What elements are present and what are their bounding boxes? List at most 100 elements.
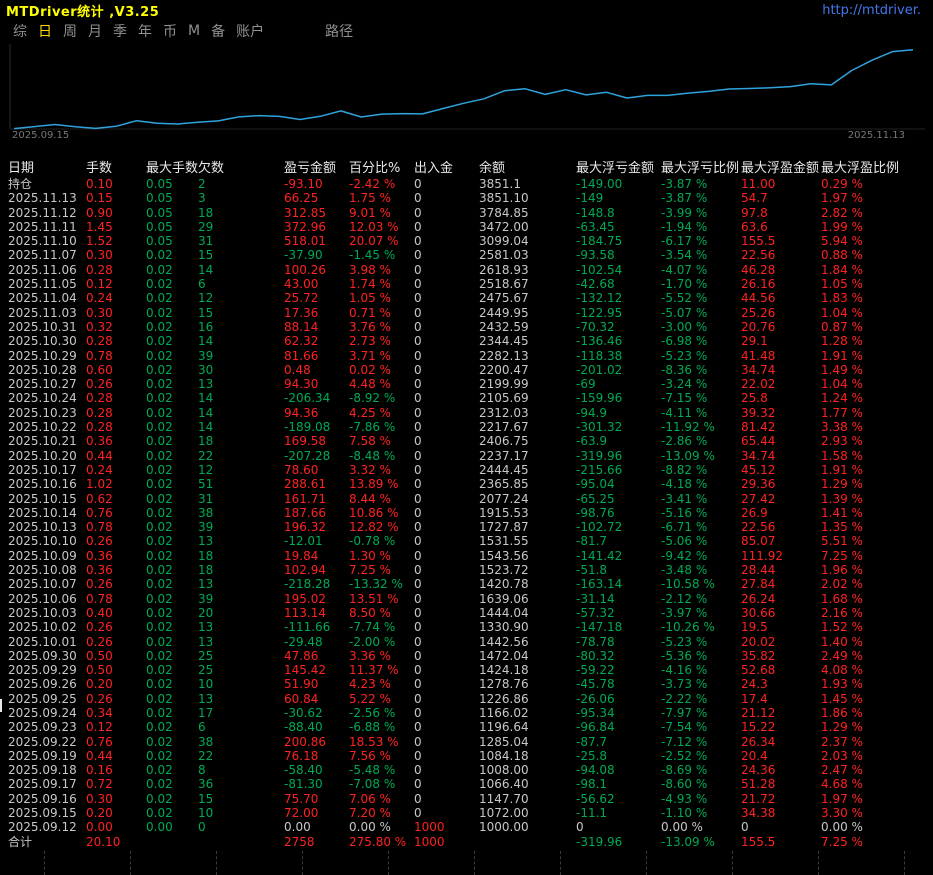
table-row[interactable]: 2025.10.020.260.0213-111.66-7.74 %01330.…	[0, 620, 933, 634]
table-row[interactable]: 2025.10.090.360.021819.841.30 %01543.56-…	[0, 549, 933, 563]
table-row[interactable]: 2025.11.130.150.05366.251.75 %03851.10-1…	[0, 191, 933, 205]
table-row[interactable]: 2025.10.220.280.0214-189.08-7.86 %02217.…	[0, 420, 933, 434]
table-cell: 20.4	[741, 749, 821, 763]
table-row[interactable]: 2025.11.070.300.0215-37.90-1.45 %02581.0…	[0, 248, 933, 262]
menu-item-path[interactable]: 路径	[325, 21, 353, 41]
table-row[interactable]: 2025.09.180.160.028-58.40-5.48 %01008.00…	[0, 763, 933, 777]
table-cell: 0.28	[86, 334, 146, 348]
table-cell: 0.05	[146, 220, 198, 234]
table-cell: -2.00 %	[349, 635, 414, 649]
table-row[interactable]: 2025.09.240.340.0217-30.62-2.56 %01166.0…	[0, 706, 933, 720]
table-cell: 2406.75	[479, 434, 576, 448]
table-cell: 2199.99	[479, 377, 576, 391]
table-cell: -159.96	[576, 391, 661, 405]
menu-item-月[interactable]: 月	[88, 21, 102, 41]
app-link[interactable]: http://mtdriver.	[822, 3, 921, 18]
column-header: 最大浮亏比例	[661, 161, 741, 177]
table-cell: 0.02	[146, 792, 198, 806]
table-row[interactable]: 2025.10.240.280.0214-206.34-8.92 %02105.…	[0, 391, 933, 405]
chart-start-date-label: 2025.09.15	[12, 130, 69, 141]
table-cell: -11.1	[576, 806, 661, 820]
table-cell: 14	[198, 391, 284, 405]
table-row[interactable]: 2025.10.230.280.021494.364.25 %02312.03-…	[0, 406, 933, 420]
table-cell: 10.86 %	[349, 506, 414, 520]
table-row[interactable]: 2025.10.010.260.0213-29.48-2.00 %01442.5…	[0, 635, 933, 649]
table-row[interactable]: 2025.09.260.200.021051.904.23 %01278.76-…	[0, 677, 933, 691]
table-row[interactable]: 2025.09.220.760.0238200.8618.53 %01285.0…	[0, 735, 933, 749]
table-cell: -118.38	[576, 349, 661, 363]
table-cell: 13	[198, 620, 284, 634]
table-cell: -26.06	[576, 692, 661, 706]
table-row[interactable]: 2025.11.120.900.0518312.859.01 %03784.85…	[0, 206, 933, 220]
table-row[interactable]: 2025.11.050.120.02643.001.74 %02518.67-4…	[0, 277, 933, 291]
table-row[interactable]: 2025.09.160.300.021575.707.06 %01147.70-…	[0, 792, 933, 806]
table-cell: 0.02	[146, 248, 198, 262]
table-cell: 0	[414, 677, 479, 691]
table-row[interactable]: 2025.10.200.440.0222-207.28-8.48 %02237.…	[0, 449, 933, 463]
table-cell: -319.96	[576, 835, 661, 849]
menu-item-年[interactable]: 年	[138, 21, 152, 41]
table-row[interactable]: 2025.11.060.280.0214100.263.98 %02618.93…	[0, 263, 933, 277]
table-cell: 4.48 %	[349, 377, 414, 391]
menu-item-季[interactable]: 季	[113, 21, 127, 41]
table-cell: 1.58 %	[821, 449, 933, 463]
table-cell: 29.1	[741, 334, 821, 348]
table-cell: 0.05	[146, 206, 198, 220]
table-row[interactable]: 2025.09.250.260.021360.845.22 %01226.86-…	[0, 692, 933, 706]
table-row[interactable]: 2025.10.290.780.023981.663.71 %02282.13-…	[0, 349, 933, 363]
table-row[interactable]: 2025.10.270.260.021394.304.48 %02199.99-…	[0, 377, 933, 391]
table-cell: 22	[198, 449, 284, 463]
table-row[interactable]: 2025.10.210.360.0218169.587.58 %02406.75…	[0, 434, 933, 448]
table-cell: 0.02 %	[349, 363, 414, 377]
table-cell: 7.20 %	[349, 806, 414, 820]
table-row[interactable]: 2025.10.150.620.0231161.718.44 %02077.24…	[0, 492, 933, 506]
table-total-row[interactable]: 合计20.102758275.80 %1000-319.96-13.09 %15…	[0, 835, 933, 849]
table-row[interactable]: 2025.09.300.500.022547.863.36 %01472.04-…	[0, 649, 933, 663]
menu-item-M[interactable]: M	[188, 23, 200, 39]
table-cell: -7.15 %	[661, 391, 741, 405]
table-row[interactable]: 2025.10.280.600.02300.480.02 %02200.47-2…	[0, 363, 933, 377]
table-cell: 2.16 %	[821, 606, 933, 620]
table-row[interactable]: 2025.10.310.320.021688.143.76 %02432.59-…	[0, 320, 933, 334]
table-row[interactable]: 2025.11.030.300.021517.360.71 %02449.95-…	[0, 306, 933, 320]
table-cell: -42.68	[576, 277, 661, 291]
table-cell: 0.20	[86, 677, 146, 691]
table-row[interactable]: 2025.09.190.440.022276.187.56 %01084.18-…	[0, 749, 933, 763]
table-cell: 0.00	[86, 820, 146, 834]
table-row[interactable]: 2025.11.101.520.0531518.0120.07 %03099.0…	[0, 234, 933, 248]
table-row[interactable]: 2025.10.161.020.0251288.6113.89 %02365.8…	[0, 477, 933, 491]
menu-item-备[interactable]: 备	[211, 21, 225, 41]
table-row[interactable]: 2025.09.120.000.0000.000.00 %10001000.00…	[0, 820, 933, 834]
table-cell: 3.38 %	[821, 420, 933, 434]
table-cell: -7.74 %	[349, 620, 414, 634]
table-row[interactable]: 2025.10.070.260.0213-218.28-13.32 %01420…	[0, 577, 933, 591]
table-cell: 22.02	[741, 377, 821, 391]
grid-separator	[474, 851, 475, 875]
menu-item-综[interactable]: 综	[13, 21, 27, 41]
table-row[interactable]: 持仓0.100.052-93.10-2.42 %03851.1-149.00-3…	[0, 177, 933, 191]
table-row[interactable]: 2025.10.060.780.0239195.0213.51 %01639.0…	[0, 592, 933, 606]
table-row[interactable]: 2025.09.150.200.021072.007.20 %01072.00-…	[0, 806, 933, 820]
table-row[interactable]: 2025.10.030.400.0220113.148.50 %01444.04…	[0, 606, 933, 620]
table-cell: 7.25 %	[821, 549, 933, 563]
table-row[interactable]: 2025.09.290.500.0225145.4211.37 %01424.1…	[0, 663, 933, 677]
table-row[interactable]: 2025.09.170.720.0236-81.30-7.08 %01066.4…	[0, 777, 933, 791]
table-cell: -69	[576, 377, 661, 391]
table-row[interactable]: 2025.10.170.240.021278.603.32 %02444.45-…	[0, 463, 933, 477]
table-cell: -149.00	[576, 177, 661, 191]
menu-item-币[interactable]: 币	[163, 21, 177, 41]
table-row[interactable]: 2025.11.040.240.021225.721.05 %02475.67-…	[0, 291, 933, 305]
table-cell: -70.32	[576, 320, 661, 334]
menu-item-日[interactable]: 日	[38, 21, 52, 41]
menu-item-账户[interactable]: 账户	[236, 21, 264, 41]
table-row[interactable]: 2025.09.230.120.026-88.40-6.88 %01196.64…	[0, 720, 933, 734]
table-row[interactable]: 2025.10.100.260.0213-12.01-0.78 %01531.5…	[0, 534, 933, 548]
table-row[interactable]: 2025.10.140.760.0238187.6610.86 %01915.5…	[0, 506, 933, 520]
table-row[interactable]: 2025.11.111.450.0529372.9612.03 %03472.0…	[0, 220, 933, 234]
table-cell: 1285.04	[479, 735, 576, 749]
table-row[interactable]: 2025.10.300.280.021462.322.73 %02344.45-…	[0, 334, 933, 348]
scrollbar-thumb[interactable]	[0, 699, 2, 712]
menu-item-周[interactable]: 周	[63, 21, 77, 41]
table-row[interactable]: 2025.10.080.360.0218102.947.25 %01523.72…	[0, 563, 933, 577]
table-row[interactable]: 2025.10.130.780.0239196.3212.82 %01727.8…	[0, 520, 933, 534]
